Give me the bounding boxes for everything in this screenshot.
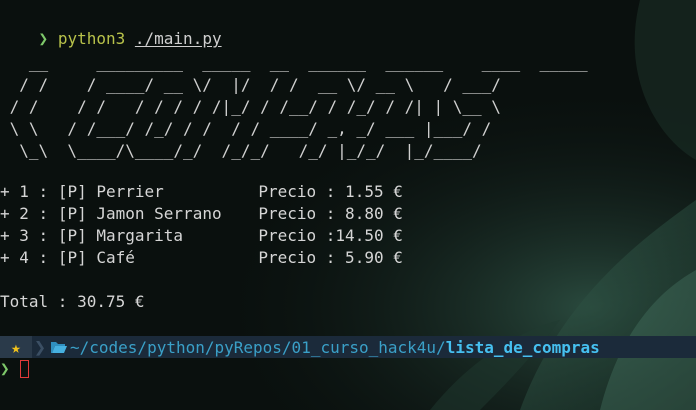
total-line: Total : 30.75 €	[0, 292, 145, 311]
star-icon: ★	[0, 336, 32, 358]
ascii-banner: __ _________ _____ __ ______ ______ ____…	[9, 53, 588, 160]
input-prompt[interactable]: ❯	[0, 358, 29, 380]
item-index: 3	[19, 226, 29, 245]
list-item: + 3 : [P] Margarita Precio :14.50 €	[0, 226, 403, 245]
prompt-symbol: ❯	[38, 29, 49, 48]
item-name: Margarita	[96, 226, 184, 245]
item-price: 5.90 €	[335, 248, 403, 267]
price-label: Precio :	[258, 248, 336, 267]
list-item: + 2 : [P] Jamon Serrano Precio : 8.80 €	[0, 204, 403, 223]
prompt-symbol: ❯	[0, 359, 10, 378]
item-kind: [P]	[57, 226, 87, 245]
command-argument[interactable]: ./main.py	[135, 29, 222, 48]
item-index: 2	[19, 204, 29, 223]
item-index: 1	[19, 182, 29, 201]
text-cursor[interactable]	[19, 360, 29, 378]
price-label: Precio :	[258, 182, 336, 201]
item-name: Jamon Serrano	[96, 204, 222, 223]
list-item: + 1 : [P] Perrier Precio : 1.55 €	[0, 182, 403, 201]
item-kind: [P]	[57, 182, 87, 201]
terminal-output: ❯ python3 ./main.py __ _________ _____ _…	[0, 0, 696, 410]
item-name: Café	[96, 248, 135, 267]
price-label: Precio :	[258, 226, 336, 245]
list-item: + 4 : [P] Café Precio : 5.90 €	[0, 248, 403, 267]
price-label: Precio :	[258, 204, 336, 223]
item-index: 4	[19, 248, 29, 267]
item-price: 8.80 €	[335, 204, 403, 223]
segment-separator: ❯	[33, 335, 47, 359]
shell-prompt-bar: ★ ❯ ~/codes/python/pyRepos/01_curso_hack…	[0, 336, 696, 358]
item-kind: [P]	[57, 248, 87, 267]
folder-open-icon	[51, 342, 67, 353]
current-path: ~/codes/python/pyRepos/01_curso_hack4u/	[70, 337, 446, 357]
command-program: python3	[57, 29, 126, 48]
item-name: Perrier	[96, 182, 164, 201]
item-price: 14.50 €	[335, 226, 403, 245]
command-line: ❯ python3 ./main.py	[0, 6, 222, 48]
item-price: 1.55 €	[335, 182, 403, 201]
item-kind: [P]	[57, 204, 87, 223]
current-directory: lista_de_compras	[445, 337, 600, 357]
